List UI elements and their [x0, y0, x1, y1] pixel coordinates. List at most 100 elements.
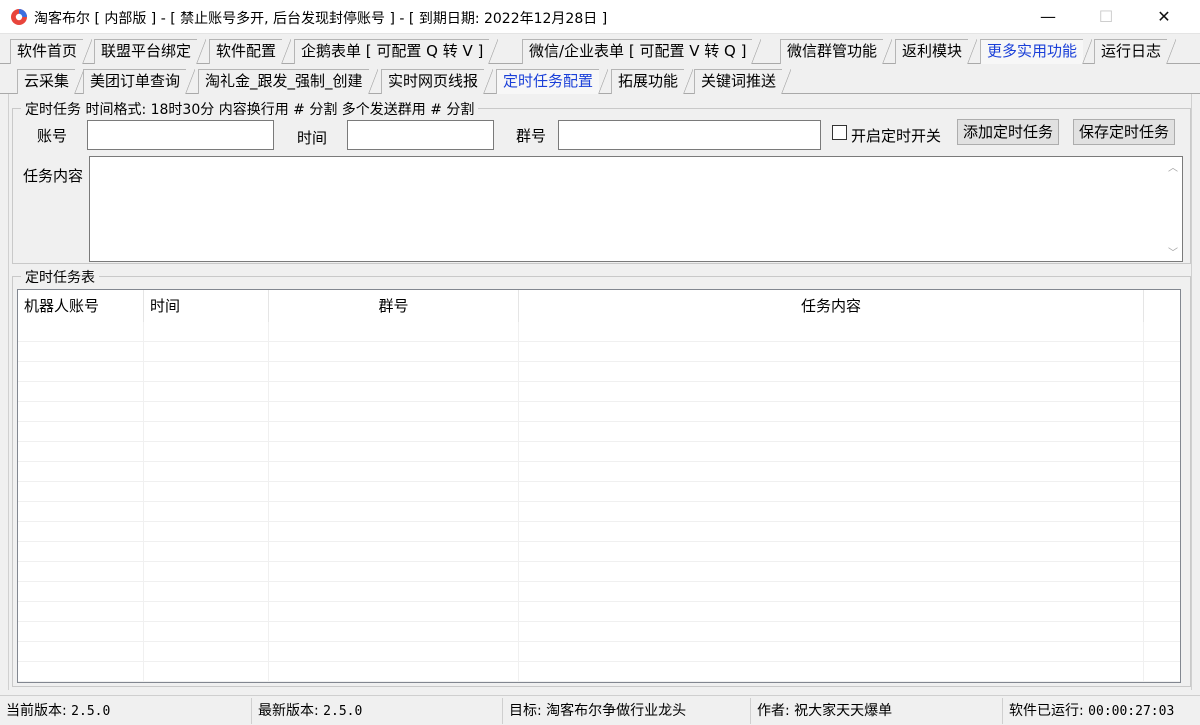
table-row[interactable] — [18, 462, 1180, 482]
table-cell[interactable] — [18, 462, 144, 482]
table-cell[interactable] — [144, 642, 269, 662]
table-cell[interactable] — [269, 542, 519, 562]
table-cell[interactable] — [18, 422, 144, 442]
table-cell[interactable] — [269, 382, 519, 402]
tab-wechat-form[interactable]: 微信/企业表单 [ 可配置 V 转 Q ] — [522, 39, 762, 65]
table-cell[interactable] — [269, 662, 519, 682]
subtab-keyword-push[interactable]: 关键词推送 — [694, 69, 792, 95]
table-cell[interactable] — [519, 362, 1144, 382]
table-row[interactable] — [18, 382, 1180, 402]
table-cell[interactable] — [519, 562, 1144, 582]
scroll-down-icon[interactable]: ﹀ — [1168, 244, 1178, 259]
table-cell[interactable] — [1144, 502, 1180, 522]
table-cell[interactable] — [144, 502, 269, 522]
table-cell[interactable] — [519, 322, 1144, 342]
table-row[interactable] — [18, 482, 1180, 502]
add-task-button[interactable]: 添加定时任务 — [957, 119, 1060, 145]
table-cell[interactable] — [519, 402, 1144, 422]
table-row[interactable] — [18, 582, 1180, 602]
table-cell[interactable] — [519, 662, 1144, 682]
table-cell[interactable] — [269, 622, 519, 642]
table-cell[interactable] — [519, 342, 1144, 362]
table-cell[interactable] — [1144, 382, 1180, 402]
tab-alliance-binding[interactable]: 联盟平台绑定 — [94, 39, 207, 65]
tab-wechat-group-admin[interactable]: 微信群管功能 — [780, 39, 893, 65]
table-cell[interactable] — [269, 342, 519, 362]
table-cell[interactable] — [18, 322, 144, 342]
tab-run-log[interactable]: 运行日志 — [1094, 39, 1177, 65]
subtab-scheduled-tasks[interactable]: 定时任务配置 — [496, 69, 609, 95]
tab-more-tools[interactable]: 更多实用功能 — [980, 39, 1093, 65]
table-cell[interactable] — [519, 602, 1144, 622]
table-row[interactable] — [18, 602, 1180, 622]
time-input[interactable] — [347, 120, 494, 150]
table-cell[interactable] — [519, 582, 1144, 602]
table-cell[interactable] — [18, 642, 144, 662]
table-row[interactable] — [18, 562, 1180, 582]
table-cell[interactable] — [519, 522, 1144, 542]
table-cell[interactable] — [519, 422, 1144, 442]
table-row[interactable] — [18, 362, 1180, 382]
table-cell[interactable] — [269, 402, 519, 422]
col-group[interactable]: 群号 — [269, 290, 519, 322]
table-cell[interactable] — [18, 482, 144, 502]
group-input[interactable] — [558, 120, 821, 150]
table-cell[interactable] — [144, 482, 269, 502]
table-cell[interactable] — [519, 442, 1144, 462]
subtab-taolijin[interactable]: 淘礼金_跟发_强制_创建 — [198, 69, 378, 95]
table-cell[interactable] — [18, 522, 144, 542]
table-cell[interactable] — [18, 542, 144, 562]
save-task-button[interactable]: 保存定时任务 — [1073, 119, 1176, 145]
col-task-content[interactable]: 任务内容 — [519, 290, 1144, 322]
table-cell[interactable] — [519, 382, 1144, 402]
table-cell[interactable] — [519, 642, 1144, 662]
table-cell[interactable] — [1144, 322, 1180, 342]
table-cell[interactable] — [18, 602, 144, 622]
table-cell[interactable] — [269, 642, 519, 662]
table-cell[interactable] — [269, 582, 519, 602]
table-row[interactable] — [18, 422, 1180, 442]
table-cell[interactable] — [144, 522, 269, 542]
table-cell[interactable] — [1144, 522, 1180, 542]
table-cell[interactable] — [269, 322, 519, 342]
table-cell[interactable] — [1144, 422, 1180, 442]
table-cell[interactable] — [18, 582, 144, 602]
subtab-extensions[interactable]: 拓展功能 — [611, 69, 694, 95]
subtab-meituan-orders[interactable]: 美团订单查询 — [83, 69, 196, 95]
table-cell[interactable] — [1144, 582, 1180, 602]
table-cell[interactable] — [144, 582, 269, 602]
table-cell[interactable] — [144, 382, 269, 402]
table-cell[interactable] — [1144, 442, 1180, 462]
table-row[interactable] — [18, 642, 1180, 662]
table-cell[interactable] — [1144, 542, 1180, 562]
table-cell[interactable] — [269, 502, 519, 522]
table-cell[interactable] — [144, 542, 269, 562]
task-content-textarea[interactable]: ︿ ﹀ — [89, 156, 1183, 262]
table-row[interactable] — [18, 522, 1180, 542]
table-cell[interactable] — [269, 482, 519, 502]
table-cell[interactable] — [144, 442, 269, 462]
table-cell[interactable] — [1144, 482, 1180, 502]
table-cell[interactable] — [18, 362, 144, 382]
table-cell[interactable] — [269, 602, 519, 622]
task-table[interactable]: 机器人账号 时间 群号 任务内容 — [17, 289, 1181, 683]
table-cell[interactable] — [519, 462, 1144, 482]
table-cell[interactable] — [1144, 642, 1180, 662]
table-cell[interactable] — [18, 342, 144, 362]
tab-software-config[interactable]: 软件配置 — [209, 39, 292, 65]
table-cell[interactable] — [1144, 462, 1180, 482]
table-cell[interactable] — [519, 502, 1144, 522]
table-cell[interactable] — [269, 442, 519, 462]
table-cell[interactable] — [1144, 622, 1180, 642]
table-cell[interactable] — [144, 602, 269, 622]
table-row[interactable] — [18, 322, 1180, 342]
scroll-up-icon[interactable]: ︿ — [1168, 159, 1178, 174]
tab-home[interactable]: 软件首页 — [10, 39, 93, 65]
table-cell[interactable] — [269, 362, 519, 382]
table-cell[interactable] — [1144, 602, 1180, 622]
table-cell[interactable] — [269, 522, 519, 542]
table-cell[interactable] — [144, 422, 269, 442]
subtab-cloud-collect[interactable]: 云采集 — [17, 69, 85, 95]
col-robot-account[interactable]: 机器人账号 — [18, 290, 144, 322]
table-cell[interactable] — [1144, 562, 1180, 582]
